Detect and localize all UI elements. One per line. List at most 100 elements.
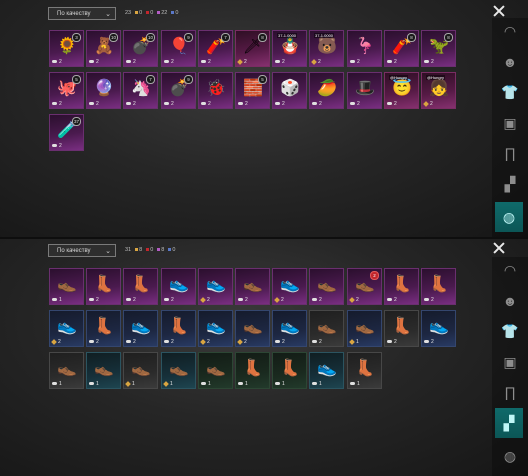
item-count: 2 <box>126 339 136 345</box>
item-count-value: 1 <box>59 381 62 387</box>
inventory-item[interactable]: 👟 2 <box>421 310 456 347</box>
inventory-item[interactable]: 🧨 8 2 <box>384 30 419 67</box>
sidebar-shirt-icon[interactable]: 👕 <box>501 322 519 340</box>
sidebar-pants-icon[interactable]: ∏ <box>501 383 519 401</box>
inventory-item[interactable]: 👢 1 <box>272 352 307 389</box>
item-count: 1 <box>312 381 322 387</box>
count-value: 8 <box>161 247 165 253</box>
inventory-item[interactable]: 👞 1 <box>347 310 382 347</box>
sidebar-mask-icon[interactable]: ☻ <box>501 53 519 71</box>
inventory-item[interactable]: 👟 2 <box>49 310 84 347</box>
sidebar-shoes-icon[interactable]: ▞ <box>501 175 519 193</box>
cloud-icon <box>126 102 131 106</box>
inventory-item[interactable]: 🧸 10 2 <box>86 30 121 67</box>
inventory-item[interactable]: 👢 2 <box>86 268 121 305</box>
inventory-item[interactable]: 🧱 5 2 <box>235 72 270 109</box>
item-image: 👟 <box>317 360 337 377</box>
inventory-item[interactable]: 👢 2 <box>384 310 419 347</box>
inventory-item[interactable]: 👢 1 <box>347 352 382 389</box>
inventory-item[interactable]: 🎲 2 <box>272 72 307 109</box>
inventory-item[interactable]: 👞 2 <box>309 310 344 347</box>
sidebar-shoes-icon[interactable]: ▞ <box>495 408 523 438</box>
inventory-item[interactable]: 🥭 2 <box>309 72 344 109</box>
inventory-item[interactable]: 🧨 7 2 <box>198 30 233 67</box>
cloud-icon <box>312 102 317 106</box>
inventory-item[interactable]: 🎩 2 <box>347 72 382 109</box>
item-count-value: 2 <box>245 101 248 107</box>
sort-dropdown[interactable]: По качеству ⌄ <box>48 244 116 257</box>
inventory-item[interactable]: 🔮 2 <box>86 72 121 109</box>
sidebar-shirt-icon[interactable]: 👕 <box>501 83 519 101</box>
inventory-item[interactable]: 👞 1 <box>86 352 121 389</box>
inventory-item[interactable]: 👟 2 <box>123 310 158 347</box>
item-image: 🦩 <box>355 38 375 55</box>
inventory-item[interactable]: 🌻 3 2 <box>49 30 84 67</box>
item-count-value: 2 <box>171 101 174 107</box>
inventory-item[interactable]: 🗡 8 2 <box>235 30 270 67</box>
inventory-item[interactable]: 🐻 37-1.0000 2 <box>309 30 344 67</box>
close-icon[interactable] <box>492 4 506 18</box>
inventory-item[interactable]: 💣 10 2 <box>123 30 158 67</box>
inventory-item[interactable]: 💣 9 2 <box>161 72 196 109</box>
inventory-item[interactable]: 👞 2 <box>309 268 344 305</box>
sidebar-hat-icon[interactable]: ◠ <box>501 22 519 40</box>
inventory-item[interactable]: 🧪 37 2 <box>49 114 84 151</box>
inventory-item[interactable]: 👟 2 <box>161 268 196 305</box>
inventory-item[interactable]: 🦄 7 2 <box>123 72 158 109</box>
inventory-item[interactable]: 👢 2 <box>161 310 196 347</box>
sort-dropdown[interactable]: По качеству ⌄ <box>48 7 116 20</box>
inventory-item[interactable]: 🦩 2 <box>347 30 382 67</box>
inventory-item[interactable]: 👞 1 <box>49 352 84 389</box>
inventory-item[interactable]: 👞 1 <box>49 268 84 305</box>
inventory-item[interactable]: 👢 2 <box>421 268 456 305</box>
item-image: 👢 <box>355 360 375 377</box>
rarity-count: 0 <box>146 10 153 16</box>
rarity-diamond-icon <box>423 100 429 107</box>
item-count-value: 2 <box>171 339 174 345</box>
sidebar-charm-icon[interactable]: ◍ <box>501 447 519 465</box>
inventory-item[interactable]: 🎈 9 2 <box>161 30 196 67</box>
cloud-icon <box>387 340 392 344</box>
inventory-item[interactable]: 👢 2 <box>123 268 158 305</box>
inventory-item[interactable]: 👟 2 <box>198 310 233 347</box>
inventory-item[interactable]: 👢 2 <box>384 268 419 305</box>
inventory-item[interactable]: 👞 1 <box>161 352 196 389</box>
inventory-item[interactable]: 👟 2 <box>198 268 233 305</box>
inventory-item[interactable]: 🐙 5 2 <box>49 72 84 109</box>
sidebar-backpack-icon[interactable]: ▣ <box>501 114 519 132</box>
inventory-item[interactable]: 👟 2 <box>272 268 307 305</box>
inventory-item[interactable]: 👢 2 <box>86 310 121 347</box>
item-count: 2 <box>89 101 99 107</box>
inventory-item[interactable]: 👢 1 <box>235 352 270 389</box>
inventory-item[interactable]: 👧 @Hungry 2 <box>421 72 456 109</box>
item-count-value: 2 <box>394 339 397 345</box>
sidebar-pants-icon[interactable]: ∏ <box>501 144 519 162</box>
inventory-item[interactable]: 👟 1 <box>309 352 344 389</box>
sidebar-charm-icon[interactable]: ◍ <box>495 202 523 232</box>
inventory-item[interactable]: 🐞 2 <box>198 72 233 109</box>
item-count: 2 <box>350 59 360 65</box>
inventory-item[interactable]: 👞 1 <box>123 352 158 389</box>
inventory-panel-shoes: По качеству ⌄ 31 8 0 8 0 ◠ ☻ 👕 ▣ ∏ ▞ ◍ 👞 1 👢 2 👢 2 👟 2 👟 2 👞… <box>0 239 528 476</box>
item-count-value: 2 <box>356 297 359 303</box>
sidebar-mask-icon[interactable]: ☻ <box>501 292 519 310</box>
item-count: 2 <box>52 143 62 149</box>
rarity-dot-icon <box>157 248 161 252</box>
close-icon[interactable] <box>492 241 506 255</box>
category-sidebar: ◠ ☻ 👕 ▣ ∏ ▞ ◍ <box>492 257 528 476</box>
sidebar-backpack-icon[interactable]: ▣ <box>501 353 519 371</box>
inventory-item[interactable]: 👞 2 <box>235 310 270 347</box>
rarity-counts: 31 8 0 8 0 <box>125 244 179 257</box>
sidebar-hat-icon[interactable]: ◠ <box>501 261 519 279</box>
inventory-item[interactable]: 👟 2 <box>272 310 307 347</box>
inventory-item[interactable]: 👞 1 <box>198 352 233 389</box>
rarity-dot-icon <box>135 248 139 252</box>
item-count-value: 2 <box>282 101 285 107</box>
inventory-item[interactable]: 🦖 8 2 <box>421 30 456 67</box>
item-count: 1 <box>125 380 135 387</box>
inventory-item[interactable]: 😇 @Hungry 2 <box>384 72 419 109</box>
inventory-item[interactable]: 👞 2 2 <box>347 268 382 305</box>
inventory-item[interactable]: 👞 2 <box>235 268 270 305</box>
inventory-item[interactable]: 🪆 37-1.0000 2 <box>272 30 307 67</box>
item-count-value: 2 <box>244 339 247 345</box>
